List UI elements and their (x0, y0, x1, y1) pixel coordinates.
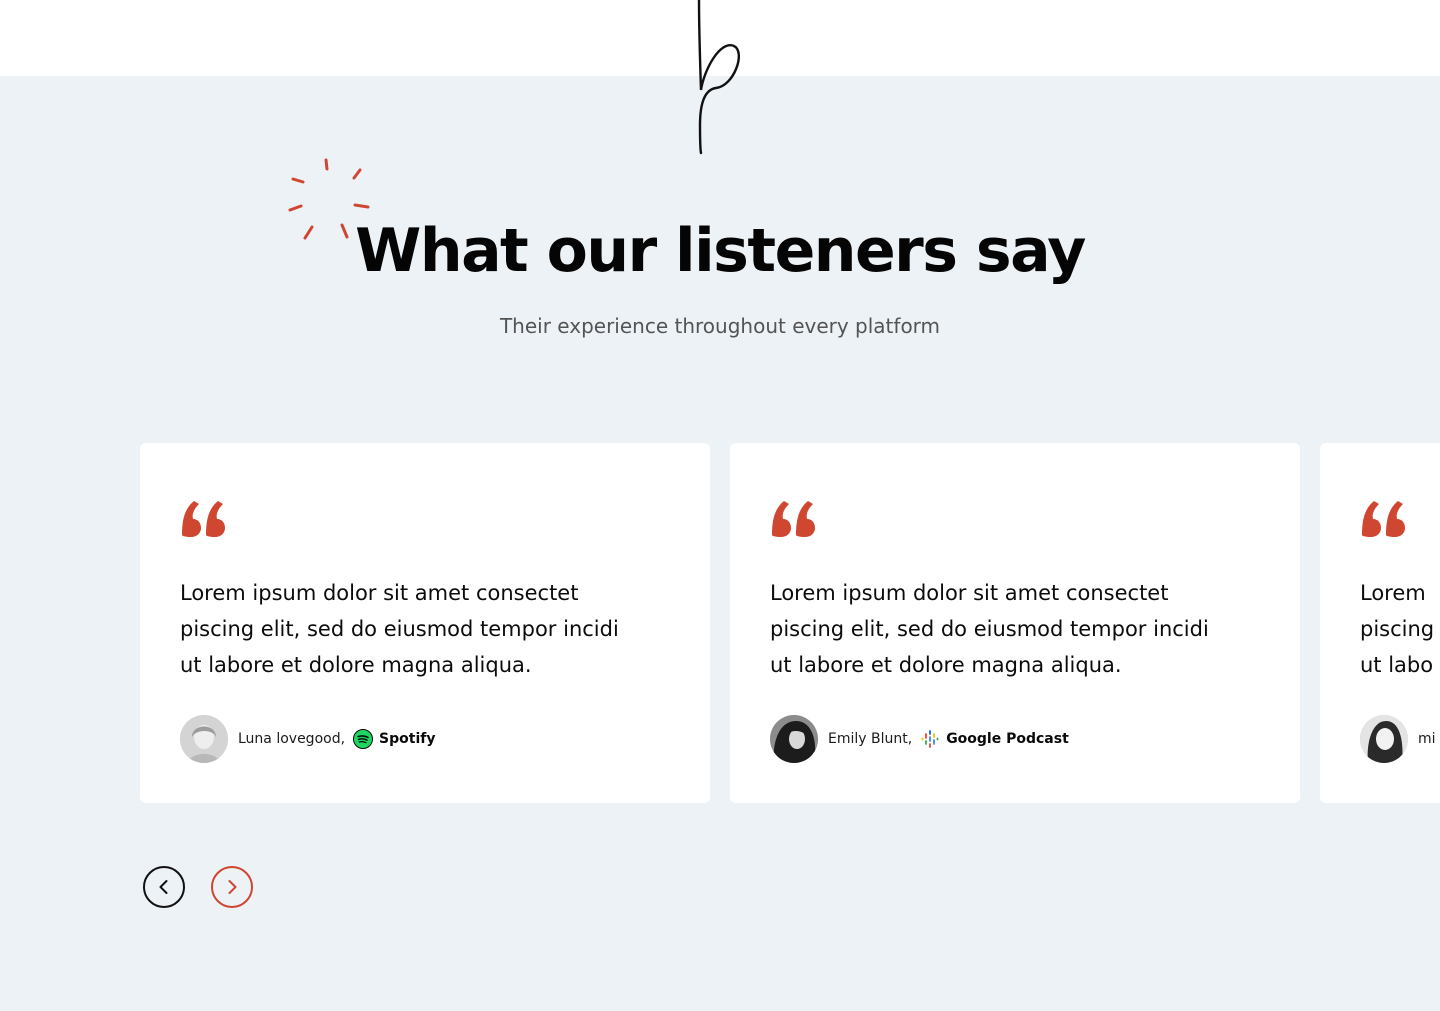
section-title: What our listeners say (355, 216, 1086, 286)
carousel-prev-button[interactable] (143, 866, 185, 908)
quote-line: Lorem (1360, 581, 1426, 605)
testimonial-quote: Lorem ipsum dolor sit amet consectet pis… (770, 575, 1270, 683)
author-name: Emily Blunt, (828, 731, 913, 747)
testimonial-quote: Lorem ipsum dolor sit amet consectet pis… (180, 575, 680, 683)
testimonial-card: Lorem piscing ut labo mi (1320, 443, 1440, 803)
platform-name: Google Podcast (946, 731, 1069, 747)
platform-badge: Spotify (353, 729, 435, 749)
testimonial-card: Lorem ipsum dolor sit amet consectet pis… (140, 443, 710, 803)
avatar (770, 715, 818, 763)
quote-mark-icon (1362, 501, 1405, 537)
quote-mark-icon (182, 501, 225, 537)
platform-badge: Google Podcast (920, 729, 1069, 749)
quote-line: Lorem ipsum dolor sit amet consectet (180, 581, 579, 605)
carousel-next-button[interactable] (211, 866, 253, 908)
testimonial-carousel[interactable]: Lorem ipsum dolor sit amet consectet pis… (140, 443, 1440, 803)
quote-line: ut labore et dolore magna aliqua. (180, 653, 532, 677)
testimonial-author: Luna lovegood, Spotify (180, 715, 435, 763)
quote-line: Lorem ipsum dolor sit amet consectet (770, 581, 1169, 605)
author-name: Luna lovegood, (238, 731, 346, 747)
quote-line: ut labo (1360, 653, 1434, 677)
squiggle-line-decoration (697, 0, 740, 155)
testimonial-author: mi (1360, 715, 1436, 763)
platform-name: Spotify (379, 731, 436, 747)
testimonial-quote: Lorem piscing ut labo (1360, 575, 1440, 683)
chevron-left-icon (159, 880, 168, 894)
quote-line: piscing elit, sed do eiusmod tempor inci… (770, 617, 1209, 641)
chevron-right-icon (228, 880, 237, 894)
quote-line: piscing elit, sed do eiusmod tempor inci… (180, 617, 619, 641)
spotify-icon (353, 729, 374, 749)
section-subtitle: Their experience throughout every platfo… (499, 314, 941, 338)
testimonial-card: Lorem ipsum dolor sit amet consectet pis… (730, 443, 1300, 803)
quote-line: piscing (1360, 617, 1435, 641)
avatar (1360, 715, 1408, 763)
quote-mark-icon (772, 501, 815, 537)
testimonials-page: What our listeners say Their experience … (0, 0, 1440, 1011)
quote-line: ut labore et dolore magna aliqua. (770, 653, 1122, 677)
google-podcasts-icon (921, 730, 939, 748)
testimonial-author: Emily Blunt, Google Podcast (770, 715, 1069, 763)
author-name: mi (1418, 731, 1436, 747)
avatar (180, 715, 228, 763)
